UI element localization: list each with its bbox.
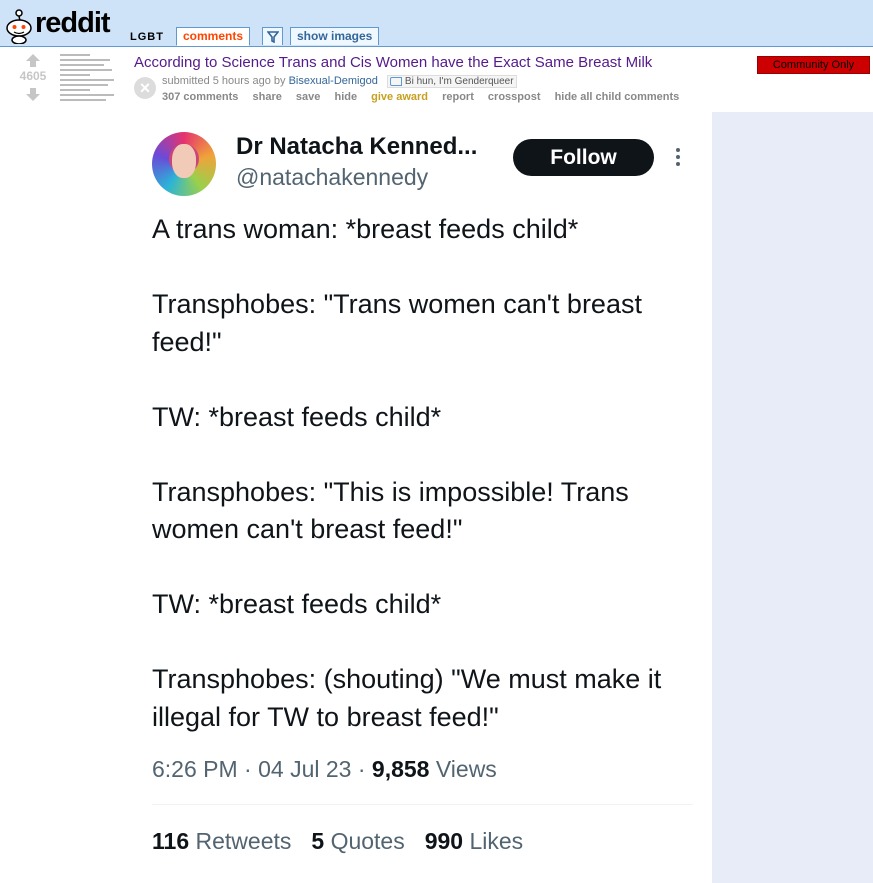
submitted-text: submitted 5 hours ago by <box>162 75 286 87</box>
tweet-line: Transphobes: "Trans women can't breast f… <box>152 289 642 357</box>
crosspost-button[interactable]: crosspost <box>488 91 541 103</box>
subreddit-name[interactable]: LGBT <box>130 31 164 43</box>
logo-text: reddit <box>35 7 111 39</box>
user-flair-text: Bi hun, I'm Genderqueer <box>404 76 514 87</box>
link-flair: Community Only <box>757 56 870 74</box>
likes-count: 990 <box>424 828 464 854</box>
tweet-author-name: Dr Natacha Kenned... <box>236 133 478 160</box>
user-flair: Bi hun, I'm Genderqueer <box>386 75 517 88</box>
filter-icon[interactable] <box>262 27 283 45</box>
quotes-count: 5 <box>311 828 325 854</box>
tweet-meta: 6:26 PM · 04 Jul 23 · 9,858 Views <box>152 756 497 782</box>
likes-label: Likes <box>469 828 524 854</box>
more-options-icon <box>676 148 682 169</box>
comments-link[interactable]: 307 comments <box>162 91 238 103</box>
reddit-logo[interactable]: reddit <box>2 2 114 44</box>
tab-comments[interactable]: comments <box>176 27 251 46</box>
save-button[interactable]: save <box>296 91 320 103</box>
author-link[interactable]: Bisexual-Demigod <box>289 75 378 87</box>
tweet-stats: 116 Retweets 5 Quotes 990 Likes <box>152 828 523 855</box>
tweet-date: 04 Jul 23 <box>258 756 352 782</box>
hide-child-comments-button[interactable]: hide all child comments <box>555 91 680 103</box>
upvote-arrow-icon[interactable] <box>26 54 40 67</box>
retweets-label: Retweets <box>195 828 292 854</box>
post-title[interactable]: According to Science Trans and Cis Women… <box>134 54 652 71</box>
tweet-line: Transphobes: (shouting) "We must make it… <box>152 664 662 732</box>
post-tagline: submitted 5 hours ago by Bisexual-Demigo… <box>162 75 517 88</box>
vote-control: 4605 <box>14 54 52 101</box>
quotes-label: Quotes <box>330 828 405 854</box>
snoo-icon <box>6 9 32 44</box>
follow-button: Follow <box>513 139 654 176</box>
tweet-time: 6:26 PM <box>152 756 238 782</box>
tweet-line: A trans woman: *breast feeds child* <box>152 214 579 244</box>
post-thumbnail[interactable] <box>57 50 127 120</box>
post-score: 4605 <box>19 69 47 83</box>
close-icon[interactable]: × <box>134 77 156 99</box>
downvote-arrow-icon[interactable] <box>26 88 40 101</box>
tweet-text: A trans woman: *breast feeds child* Tran… <box>152 211 702 774</box>
share-button[interactable]: share <box>253 91 282 103</box>
tweet-line: Transphobes: "This is impossible! Trans … <box>152 476 629 545</box>
hide-button[interactable]: hide <box>334 91 357 103</box>
tweet-line: TW: *breast feeds child* <box>152 401 442 432</box>
report-button[interactable]: report <box>442 91 474 103</box>
tag-icon <box>389 76 402 86</box>
divider <box>152 804 693 805</box>
views-label: Views <box>435 756 497 782</box>
tweet-image: Dr Natacha Kenned... @natachakennedy Fol… <box>134 114 712 883</box>
views-count: 9,858 <box>371 756 430 782</box>
retweets-count: 116 <box>152 828 190 854</box>
avatar-face <box>172 144 196 178</box>
site-header: reddit LGBT comments show images <box>0 0 873 47</box>
tweet-line: TW: *breast feeds child* <box>152 589 442 619</box>
tweet-author-handle: @natachakennedy <box>236 164 429 190</box>
tab-show-images[interactable]: show images <box>290 27 380 45</box>
give-award-button[interactable]: give award <box>371 91 428 103</box>
post-buttons: 307 comments share save hide give award … <box>162 91 690 103</box>
side-panel <box>712 112 873 883</box>
